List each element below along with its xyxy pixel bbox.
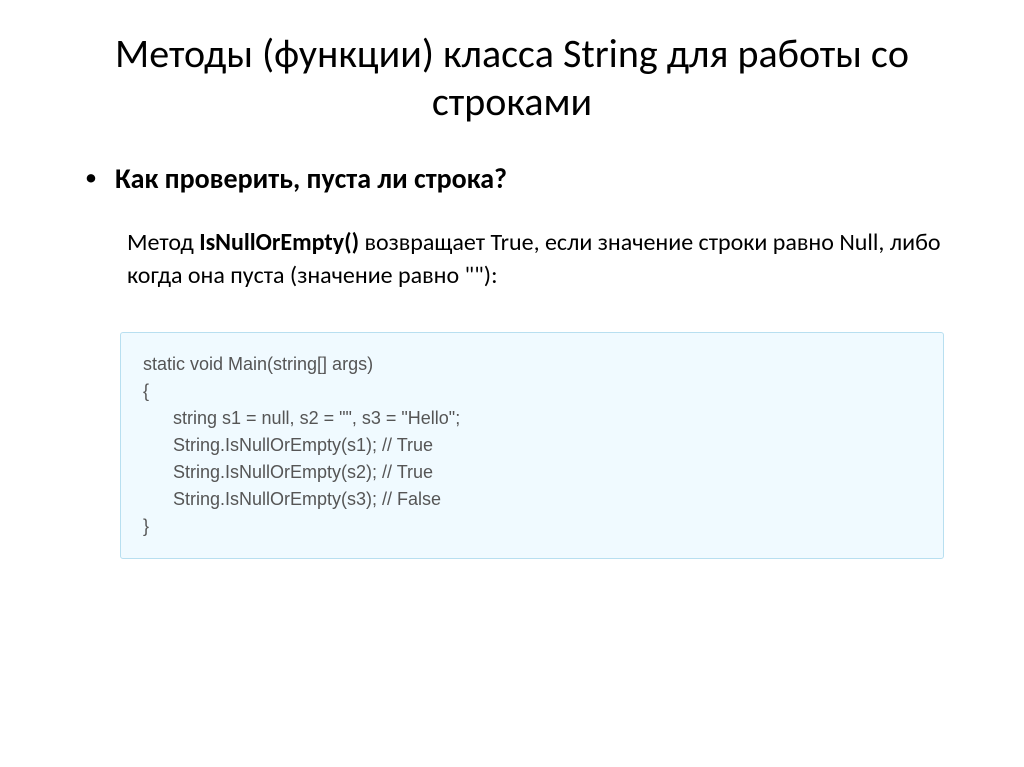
method-name: IsNullOrEmpty() [199,228,359,257]
description-prefix: Метод [127,228,199,257]
bullet-heading: Как проверить, пуста ли строка? [115,161,507,197]
slide-title: Методы (функции) класса String для работ… [60,30,964,126]
slide-container: Методы (функции) класса String для работ… [0,0,1024,589]
code-line-1: static void Main(string[] args) [143,351,921,378]
code-line-5: String.IsNullOrEmpty(s2); // True [143,459,921,486]
code-line-7: } [143,513,921,540]
code-line-2: { [143,378,921,405]
bullet-item: • Как проверить, пуста ли строка? [85,161,964,197]
code-line-3: string s1 = null, s2 = "", s3 = "Hello"; [143,405,921,432]
bullet-marker: • [85,161,97,195]
code-block: static void Main(string[] args) { string… [120,332,944,559]
code-line-6: String.IsNullOrEmpty(s3); // False [143,486,921,513]
content-area: • Как проверить, пуста ли строка? Метод … [60,161,964,559]
code-line-4: String.IsNullOrEmpty(s1); // True [143,432,921,459]
description-paragraph: Метод IsNullOrEmpty() возвращает True, е… [127,227,964,292]
